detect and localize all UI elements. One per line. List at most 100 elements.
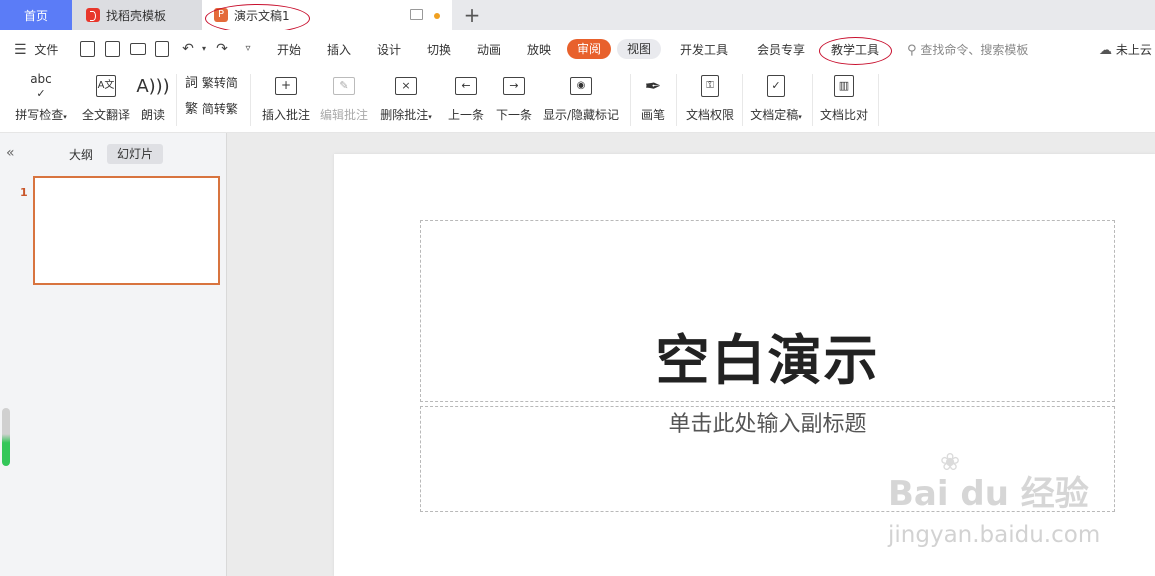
menu-transition[interactable]: 切换: [427, 41, 451, 59]
previous-comment-icon: ←: [444, 72, 488, 100]
search-icon: ⚲: [907, 43, 917, 58]
finalize-document-label: 文档定稿: [750, 108, 799, 122]
file-menu[interactable]: ☰ 文件: [14, 41, 58, 59]
ribbon-separator: [676, 74, 677, 126]
delete-comment-icon: ×: [376, 72, 436, 100]
watermark-url: jingyan.baidu.com: [888, 522, 1101, 548]
ribbon-separator: [176, 74, 177, 126]
undo-icon[interactable]: ↶: [180, 41, 196, 57]
collapse-panel-icon[interactable]: «: [6, 145, 15, 161]
new-tab-plus-icon[interactable]: +: [462, 3, 482, 27]
menu-member[interactable]: 会员专享: [757, 41, 805, 59]
previous-comment-label: 上一条: [447, 108, 484, 122]
previous-comment-button[interactable]: ← 上一条: [444, 72, 488, 124]
trad-to-simp-button[interactable]: 詞 繁转简: [185, 75, 238, 91]
spell-check-icon: abc ✓: [30, 72, 52, 100]
side-widget-bar[interactable]: [2, 408, 10, 466]
menu-review[interactable]: 审阅: [567, 39, 611, 59]
command-search[interactable]: ⚲ 查找命令、搜索模板: [907, 41, 1028, 59]
file-menu-label: 文件: [34, 43, 59, 57]
save-icon[interactable]: [80, 41, 95, 57]
document-permission-label: 文档权限: [685, 108, 734, 122]
edit-comment-button[interactable]: ✎ 编辑批注: [317, 72, 371, 124]
simp-to-trad-icon: 繁: [185, 102, 199, 117]
edit-comment-label: 编辑批注: [319, 108, 368, 122]
finalize-document-icon: ✓: [746, 72, 806, 100]
tab-docer-templates[interactable]: 找稻壳模板: [72, 0, 202, 30]
redo-icon[interactable]: ↷: [214, 41, 230, 57]
menu-animation[interactable]: 动画: [477, 41, 501, 59]
slide-title[interactable]: 空白演示: [420, 329, 1115, 393]
export-icon[interactable]: [105, 41, 120, 57]
menu-view[interactable]: 视图: [617, 39, 661, 59]
insert-comment-label: 插入批注: [261, 108, 310, 122]
hamburger-icon: ☰: [14, 42, 27, 58]
document-permission-button[interactable]: ⚿ 文档权限: [682, 72, 738, 124]
slide-thumbnail[interactable]: [33, 176, 220, 285]
tab-home[interactable]: 首页: [0, 0, 72, 30]
annotation-circle-document-tab: [205, 4, 310, 33]
menu-insert[interactable]: 插入: [327, 41, 351, 59]
baidu-jingyan-watermark: Bai du 经验: [888, 474, 1089, 514]
read-aloud-button[interactable]: A))) 朗读: [136, 72, 170, 124]
tab-slides[interactable]: 幻灯片: [107, 144, 163, 164]
compare-document-button[interactable]: ▥ 文档比对: [816, 72, 872, 124]
delete-comment-button[interactable]: × 删除批注▾: [376, 72, 436, 124]
print-preview-icon[interactable]: [155, 41, 169, 57]
menu-design[interactable]: 设计: [377, 41, 401, 59]
cloud-icon: ☁: [1099, 43, 1112, 58]
edit-comment-icon: ✎: [317, 72, 371, 100]
delete-comment-label: 删除批注: [380, 108, 429, 122]
slide-subtitle[interactable]: 单击此处输入副标题: [420, 410, 1115, 440]
ribbon-separator: [742, 74, 743, 126]
read-aloud-icon: A))): [136, 75, 170, 97]
simp-to-trad-label: 简转繁: [201, 102, 238, 116]
trad-to-simp-icon: 詞: [185, 76, 199, 91]
undo-dropdown-icon[interactable]: ▾: [196, 41, 212, 57]
tab-outline[interactable]: 大纲: [69, 146, 93, 163]
ribbon-separator: [630, 74, 631, 126]
translate-icon: A文: [78, 72, 134, 100]
insert-comment-icon: +: [258, 72, 314, 100]
next-comment-icon: →: [492, 72, 536, 100]
menu-developer[interactable]: 开发工具: [680, 41, 728, 59]
insert-comment-button[interactable]: + 插入批注: [258, 72, 314, 124]
command-search-placeholder: 查找命令、搜索模板: [920, 43, 1029, 57]
print-icon[interactable]: [130, 43, 146, 55]
slide-number: 1: [20, 186, 28, 199]
next-comment-button[interactable]: → 下一条: [492, 72, 536, 124]
spell-check-button[interactable]: abc ✓ 拼写检查▾: [10, 72, 72, 124]
compare-document-icon: ▥: [816, 72, 872, 100]
show-markup-icon: ◉: [540, 72, 622, 100]
document-permission-icon: ⚿: [682, 72, 738, 100]
paw-logo-icon: ❀: [940, 448, 961, 476]
menu-start[interactable]: 开始: [277, 41, 301, 59]
cloud-status-label: 未上云: [1115, 43, 1152, 57]
ribbon-separator: [250, 74, 251, 126]
compare-document-label: 文档比对: [819, 108, 868, 122]
pen-icon: ✒: [644, 74, 662, 98]
annotation-circle-teaching-tools: [819, 37, 892, 65]
pen-button[interactable]: ✒ 画笔: [636, 72, 670, 124]
next-comment-label: 下一条: [495, 108, 532, 122]
spell-check-label: 拼写检查: [15, 108, 64, 122]
ribbon-separator: [812, 74, 813, 126]
finalize-document-button[interactable]: ✓ 文档定稿▾: [746, 72, 806, 124]
customize-toolbar-icon[interactable]: ▿: [240, 41, 256, 57]
show-hide-markup-button[interactable]: ◉ 显示/隐藏标记: [540, 72, 622, 124]
tab-docer-label: 找稻壳模板: [106, 8, 167, 23]
tab-home-label: 首页: [23, 8, 48, 23]
cloud-status[interactable]: ☁ 未上云: [1099, 41, 1152, 59]
monitor-icon[interactable]: [410, 9, 423, 20]
ribbon-separator: [878, 74, 879, 126]
show-hide-markup-label: 显示/隐藏标记: [542, 108, 620, 122]
unsaved-dot-icon: [434, 13, 440, 19]
full-translate-button[interactable]: A文 全文翻译: [78, 72, 134, 124]
menu-slideshow[interactable]: 放映: [527, 41, 551, 59]
simp-to-trad-button[interactable]: 繁 简转繁: [185, 101, 238, 117]
full-translate-label: 全文翻译: [81, 108, 130, 122]
trad-to-simp-label: 繁转简: [201, 76, 238, 90]
docer-logo-icon: [86, 8, 100, 22]
pen-label: 画笔: [640, 108, 665, 122]
read-aloud-label: 朗读: [140, 108, 165, 122]
